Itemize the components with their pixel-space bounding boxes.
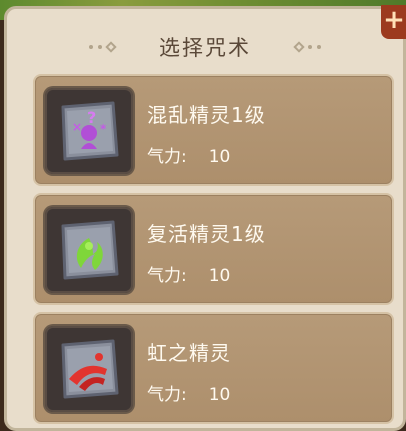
spell-card-rainbow[interactable]: 虹之精灵 气力: 10 <box>33 312 394 424</box>
rainbow-spirit-icon <box>61 339 119 399</box>
svg-text:×: × <box>72 120 82 134</box>
spell-select-dialog: + 选择咒术 ? × * 混乱精灵1级 气力: 10 复活精灵1级 气力: 10… <box>4 5 406 431</box>
spell-stat: 气力: 10 <box>147 142 230 167</box>
svg-text:*: * <box>100 122 107 136</box>
dialog-header: 选择咒术 <box>7 25 403 69</box>
stat-label: 气力: <box>147 266 187 286</box>
right-ornament-icon <box>293 41 321 53</box>
spell-name: 虹之精灵 <box>147 341 231 365</box>
svg-text:?: ? <box>87 108 96 127</box>
spell-icon-frame <box>45 207 133 293</box>
spell-card-confusion[interactable]: ? × * 混乱精灵1级 气力: 10 <box>33 74 394 186</box>
spell-stat: 气力: 10 <box>147 261 230 286</box>
spell-name: 复活精灵1级 <box>147 222 266 246</box>
confusion-spirit-icon: ? × * <box>61 101 119 161</box>
spell-stat: 气力: 10 <box>147 380 230 405</box>
spell-icon-frame: ? × * <box>45 88 133 174</box>
spell-name: 混乱精灵1级 <box>147 103 266 127</box>
spell-icon-frame <box>45 326 133 412</box>
stat-value: 10 <box>208 266 231 286</box>
dialog-title: 选择咒术 <box>159 36 251 60</box>
stat-value: 10 <box>208 385 231 405</box>
stat-value: 10 <box>208 147 231 167</box>
stat-label: 气力: <box>147 385 187 405</box>
stat-label: 气力: <box>147 147 187 167</box>
revive-spirit-icon <box>61 220 119 280</box>
left-ornament-icon <box>89 41 117 53</box>
spell-card-revive[interactable]: 复活精灵1级 气力: 10 <box>33 193 394 305</box>
